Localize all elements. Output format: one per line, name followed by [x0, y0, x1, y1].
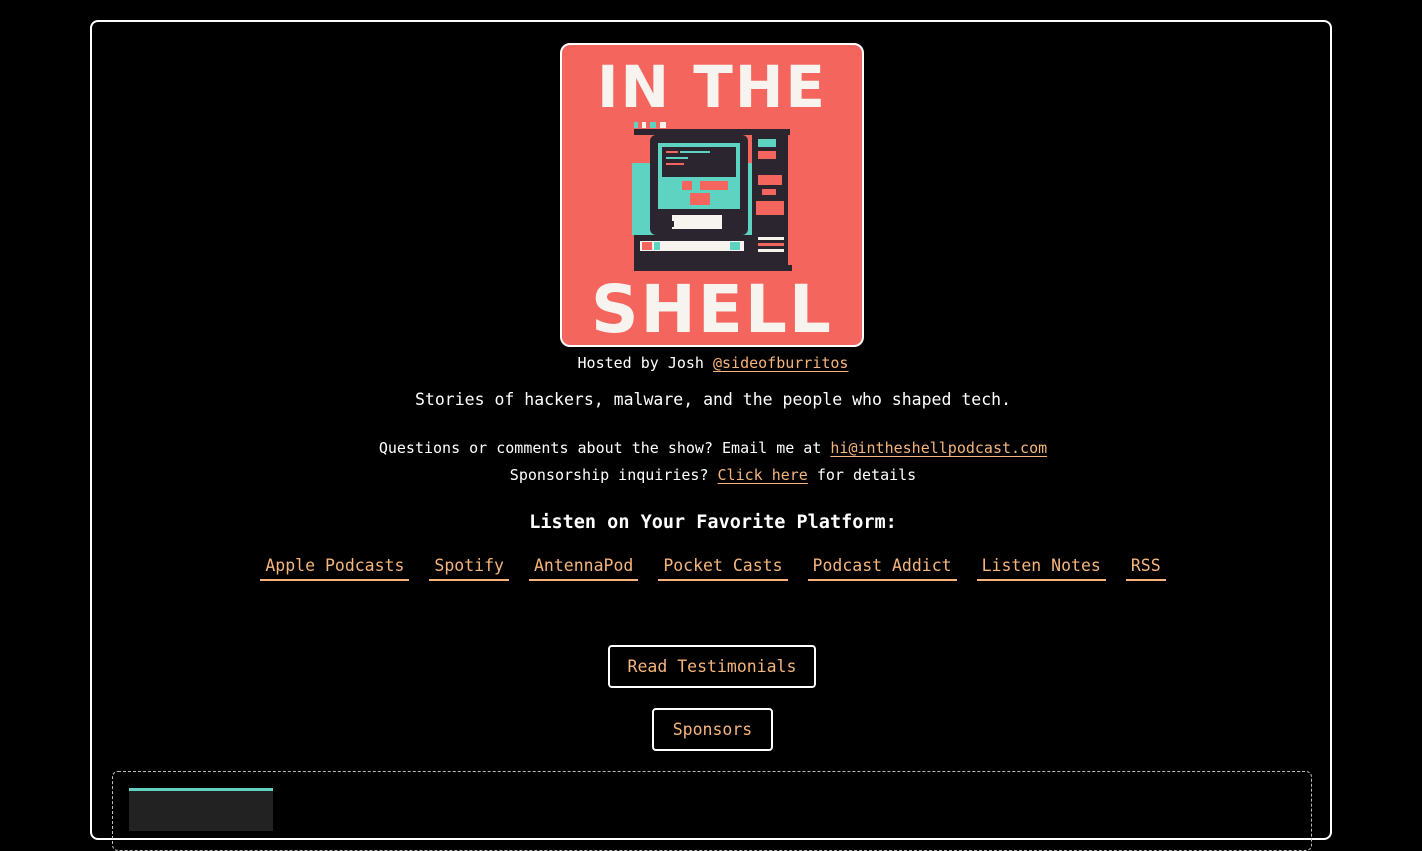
- episode-card[interactable]: [112, 771, 1312, 851]
- sponsors-button[interactable]: Sponsors: [652, 708, 773, 751]
- cover-title-bottom: SHELL: [591, 271, 833, 347]
- contact-line: Questions or comments about the show? Em…: [92, 439, 1334, 457]
- listen-heading: Listen on Your Favorite Platform:: [529, 512, 897, 533]
- hosted-by-line: Hosted by Josh @sideofburritos: [92, 354, 1334, 372]
- platform-link-listen-notes[interactable]: Listen Notes: [976, 556, 1106, 581]
- platform-link-antennapod[interactable]: AntennaPod: [528, 556, 639, 581]
- podcast-tagline: Stories of hackers, malware, and the peo…: [414, 390, 1012, 409]
- read-testimonials-button[interactable]: Read Testimonials: [608, 645, 816, 688]
- contact-text: Questions or comments about the show? Em…: [378, 439, 831, 457]
- hosted-by-text: Hosted by Josh: [577, 354, 713, 372]
- sponsorship-suffix: for details: [807, 466, 917, 484]
- email-link[interactable]: hi@intheshellpodcast.com: [830, 439, 1047, 457]
- page-frame: IN THE SHELL Hosted by Josh @sideofburri…: [90, 20, 1334, 851]
- platform-link-apple-podcasts[interactable]: Apple Podcasts: [260, 556, 410, 581]
- platform-links: Apple Podcasts Spotify AntennaPod Pocket…: [92, 556, 1334, 581]
- platform-link-spotify[interactable]: Spotify: [429, 556, 509, 581]
- platform-link-pocket-casts[interactable]: Pocket Casts: [658, 556, 788, 581]
- podcast-cover-art: IN THE SHELL: [560, 43, 864, 347]
- episode-thumbnail: [129, 788, 273, 831]
- sponsorship-text: Sponsorship inquiries?: [509, 466, 718, 484]
- platform-link-podcast-addict[interactable]: Podcast Addict: [807, 556, 957, 581]
- host-handle-link[interactable]: @sideofburritos: [713, 354, 848, 372]
- sponsorship-line: Sponsorship inquiries? Click here for de…: [92, 466, 1334, 484]
- sponsorship-details-link[interactable]: Click here: [718, 466, 808, 484]
- platform-link-rss[interactable]: RSS: [1125, 556, 1166, 581]
